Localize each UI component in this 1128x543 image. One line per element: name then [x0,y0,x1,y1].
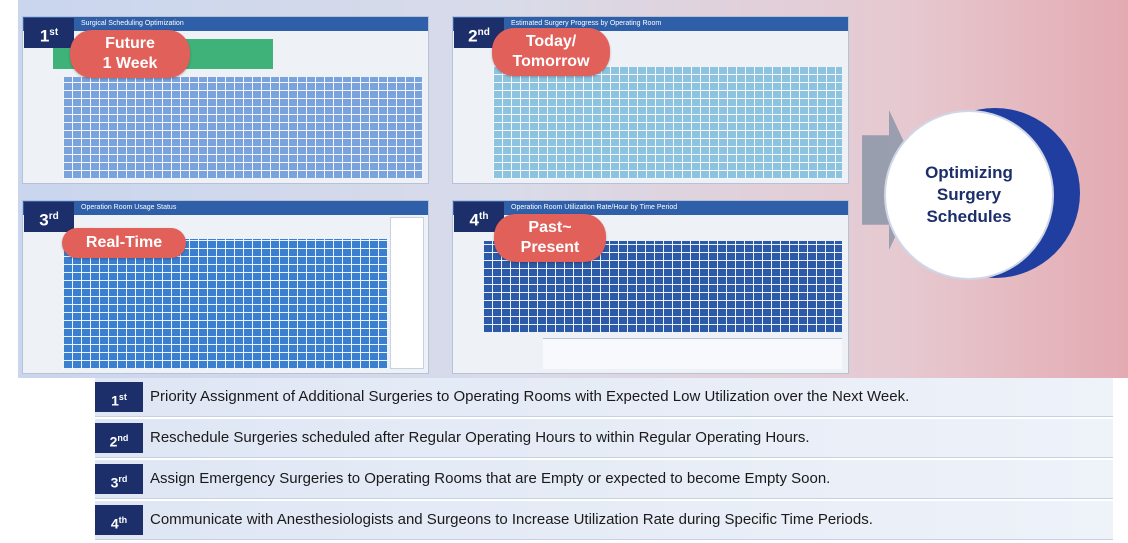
timeframe-pill-past-present: Past~ Present [494,214,606,262]
timeframe-pill-future-1-week: Future 1 Week [70,30,190,78]
panel-real-time-screenshot: Operation Room Usage Status [22,200,429,374]
goal-circle: Optimizing Surgery Schedules [884,110,1054,280]
priority-item: 1st Priority Assignment of Additional Su… [95,378,1113,417]
schedule-grid [63,77,422,179]
priority-number: 3rd [95,464,143,494]
rank-badge-3: 3rd [24,202,74,232]
priority-item: 2nd Reschedule Surgeries scheduled after… [95,419,1113,458]
rank-badge-1: 1st [24,18,74,48]
goal-label: Optimizing Surgery Schedules [925,163,1013,226]
priority-text: Priority Assignment of Additional Surger… [150,388,910,405]
timeframe-pill-real-time: Real-Time [62,228,186,258]
panel-header: Surgical Scheduling Optimization [23,17,428,31]
priority-text: Communicate with Anesthesiologists and S… [150,511,873,528]
priority-item: 3rd Assign Emergency Surgeries to Operat… [95,460,1113,499]
status-sidebar [390,217,424,369]
progress-grid [493,67,842,179]
priority-number: 4th [95,505,143,535]
priority-number: 2nd [95,423,143,453]
room-status-grid [63,239,388,369]
priority-text: Assign Emergency Surgeries to Operating … [150,470,831,487]
priority-list: 1st Priority Assignment of Additional Su… [95,378,1113,542]
panel-header: Operation Room Usage Status [23,201,428,215]
priority-text: Reschedule Surgeries scheduled after Reg… [150,429,810,446]
utilization-line-chart [543,338,842,369]
priority-number: 1st [95,382,143,412]
timeframe-pill-today-tomorrow: Today/ Tomorrow [492,28,610,76]
panel-header: Operation Room Utilization Rate/Hour by … [453,201,848,215]
priority-item: 4th Communicate with Anesthesiologists a… [95,501,1113,540]
